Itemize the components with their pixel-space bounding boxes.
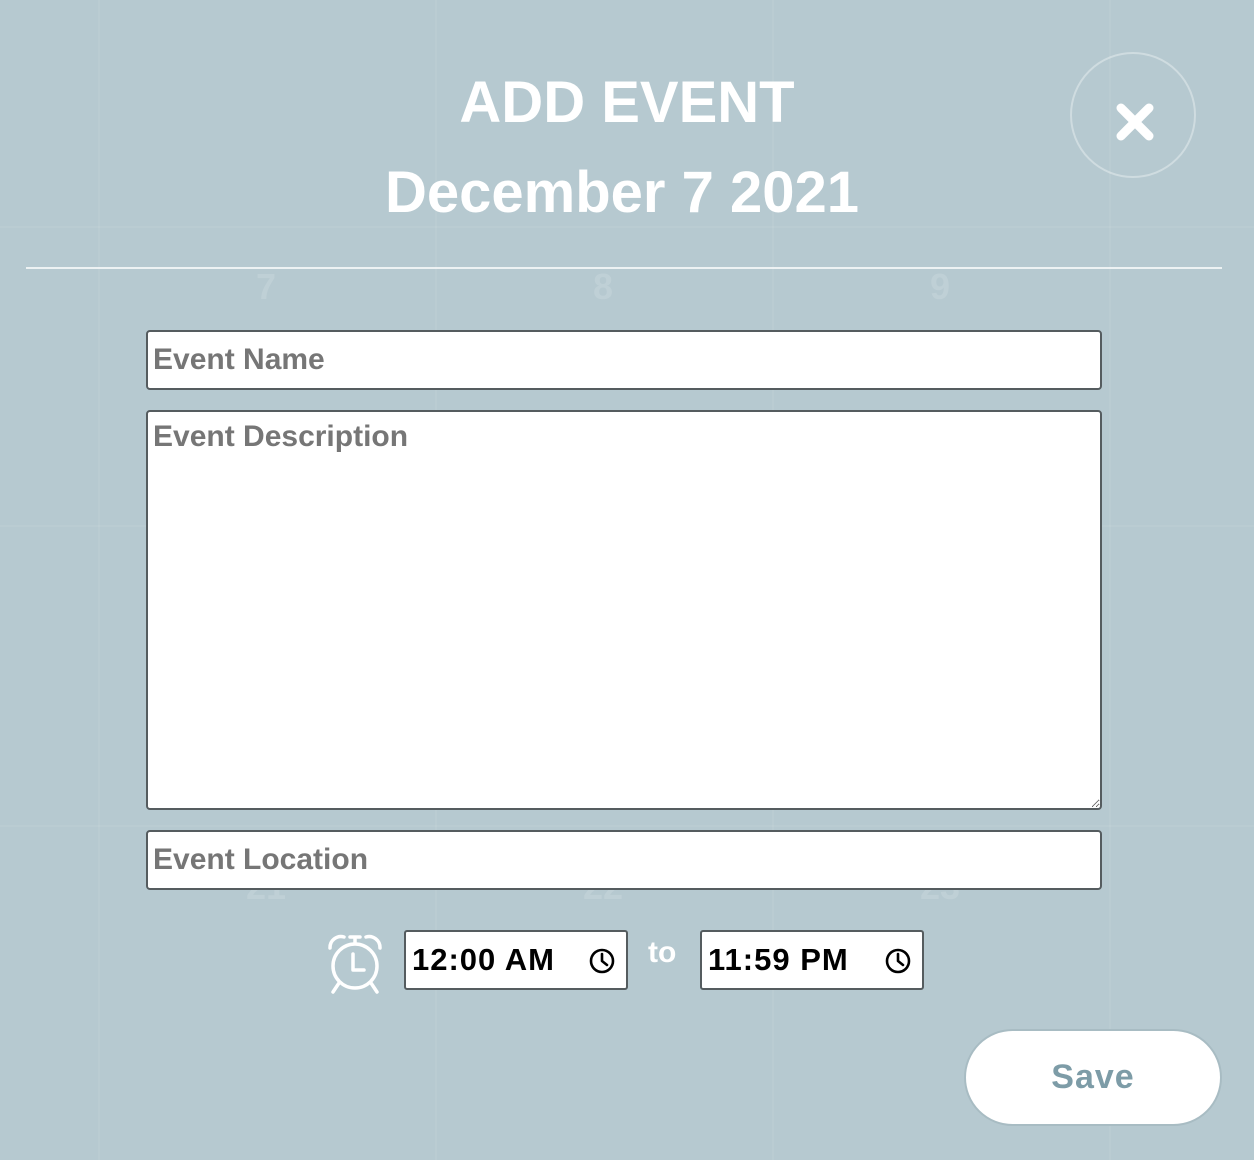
clock-icon[interactable]: [588, 947, 616, 975]
end-time-input[interactable]: 11:59 PM: [700, 930, 924, 990]
alarm-clock-icon: [328, 934, 382, 994]
event-location-input[interactable]: [146, 830, 1102, 890]
event-description-textarea[interactable]: [146, 410, 1102, 810]
header-divider: [26, 267, 1222, 269]
end-time-value: 11:59 PM: [708, 942, 849, 977]
close-button[interactable]: [1070, 52, 1196, 178]
start-time-input[interactable]: 12:00 AM: [404, 930, 628, 990]
event-name-input[interactable]: [146, 330, 1102, 390]
clock-icon[interactable]: [884, 947, 912, 975]
close-x-icon: [1116, 103, 1154, 141]
start-time-value: 12:00 AM: [412, 942, 555, 977]
modal-date: December 7 2021: [385, 160, 859, 225]
save-button[interactable]: Save: [964, 1029, 1222, 1126]
time-range-separator: to: [648, 936, 677, 969]
modal-title: ADD EVENT: [459, 70, 795, 135]
add-event-modal: ADD EVENT December 7 2021 12:00 AM to 11…: [0, 0, 1254, 1160]
